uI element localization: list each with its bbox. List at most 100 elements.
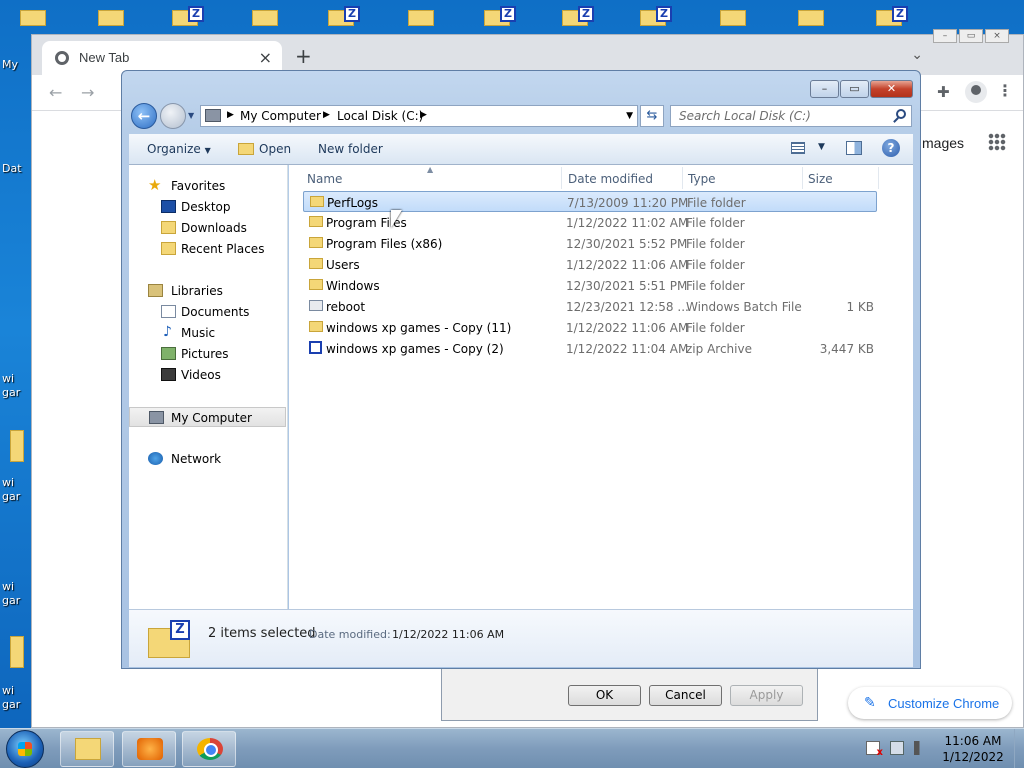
search-icon[interactable] — [896, 109, 906, 119]
column-divider[interactable] — [878, 167, 879, 189]
address-bar[interactable]: ▶ My Computer ▶ Local Disk (C:) ▶ ▼ — [200, 105, 638, 127]
file-row[interactable]: Users 1/12/2022 11:06 AM File folder — [303, 254, 877, 275]
desktop-icon-label[interactable]: gar — [2, 386, 20, 399]
show-desktop-button[interactable] — [1014, 729, 1024, 768]
tab-search-chevron-icon[interactable]: ⌄ — [911, 47, 923, 63]
help-icon[interactable]: ? — [882, 139, 900, 157]
desktop-icon-label[interactable]: gar — [2, 594, 20, 607]
customize-chrome-button[interactable]: ✎ Customize Chrome — [848, 687, 1012, 719]
taskbar-chrome-button[interactable] — [182, 731, 236, 767]
start-button[interactable] — [6, 730, 44, 768]
nav-item-downloads[interactable]: Downloads — [129, 218, 286, 238]
profile-avatar-icon[interactable] — [965, 81, 987, 103]
ok-button[interactable]: OK — [568, 685, 641, 706]
breadcrumb-separator-icon[interactable]: ▶ — [323, 110, 330, 120]
nav-item-network[interactable]: Network — [129, 449, 286, 469]
nav-item-pictures[interactable]: Pictures — [129, 344, 286, 364]
desktop-zip-icon[interactable]: Z — [876, 4, 908, 26]
desktop-icon-label[interactable]: wi — [2, 372, 14, 385]
column-divider[interactable] — [802, 167, 803, 189]
file-row[interactable]: Program Files 1/12/2022 11:02 AM File fold… — [303, 212, 877, 233]
desktop-zip-icon[interactable]: Z — [640, 4, 672, 26]
minimize-icon[interactable]: – — [933, 29, 957, 43]
cancel-button[interactable]: Cancel — [649, 685, 722, 706]
column-divider[interactable] — [561, 167, 562, 189]
desktop-zip-icon[interactable]: Z — [172, 4, 204, 26]
recent-pages-chevron-icon[interactable]: ▼ — [188, 111, 194, 120]
file-row[interactable]: Windows 12/30/2021 5:51 PM File folder — [303, 275, 877, 296]
desktop-icon-label[interactable]: gar — [2, 698, 20, 711]
clock[interactable]: 11:06 AM 1/12/2022 — [936, 733, 1010, 765]
desktop-zip-icon[interactable]: Z — [484, 4, 516, 26]
desktop-icon-label[interactable]: My — [2, 58, 18, 71]
search-input[interactable] — [671, 106, 891, 126]
close-icon[interactable]: × — [985, 29, 1009, 43]
desktop-icon[interactable] — [252, 4, 282, 26]
column-header-name[interactable]: Name — [307, 172, 342, 186]
new-tab-button[interactable]: + — [295, 44, 312, 68]
breadcrumb-my-computer[interactable]: My Computer — [240, 109, 321, 123]
google-apps-grid-icon[interactable] — [988, 133, 1006, 151]
forward-button[interactable] — [160, 103, 186, 129]
images-link[interactable]: mages — [922, 135, 964, 151]
tab-close-icon[interactable]: × — [259, 48, 272, 67]
column-divider[interactable] — [682, 167, 683, 189]
file-row[interactable]: Program Files (x86) 12/30/2021 5:52 PM Fil… — [303, 233, 877, 254]
taskbar-explorer-button[interactable] — [60, 731, 114, 767]
nav-item-favorites[interactable]: ★ Favorites — [129, 176, 286, 196]
desktop-folder-icon[interactable] — [10, 636, 24, 668]
network-icon[interactable] — [890, 741, 904, 755]
action-center-flag-icon[interactable] — [866, 741, 883, 758]
nav-item-recent-places[interactable]: Recent Places — [129, 239, 286, 259]
desktop-icon-label[interactable]: Dat — [2, 162, 22, 175]
breadcrumb-local-disk[interactable]: Local Disk (C:) — [337, 109, 423, 123]
file-row[interactable]: windows xp games - Copy (11) 1/12/2022 11… — [303, 317, 877, 338]
minimize-icon[interactable]: – — [810, 80, 839, 98]
maximize-icon[interactable]: ▭ — [959, 29, 983, 43]
desktop-icon-label[interactable]: wi — [2, 580, 14, 593]
desktop-zip-icon[interactable]: Z — [328, 4, 360, 26]
column-header-size[interactable]: Size — [808, 172, 833, 186]
menu-kebab-icon[interactable]: ⋮ — [997, 81, 1013, 100]
file-row[interactable]: windows xp games - Copy (2) 1/12/2022 11:… — [303, 338, 877, 359]
back-arrow-icon[interactable]: ← — [49, 83, 62, 102]
nav-item-music[interactable]: ♪ Music — [129, 323, 286, 343]
breadcrumb-separator-icon[interactable]: ▶ — [420, 110, 427, 120]
desktop-icon[interactable] — [720, 4, 750, 26]
file-row[interactable]: PerfLogs 7/13/2009 11:20 PM File folder — [303, 191, 877, 212]
organize-button[interactable]: Organize ▼ — [147, 142, 211, 156]
volume-icon[interactable] — [914, 741, 928, 755]
file-row[interactable]: reboot 12/23/2021 12:58 ... Windows Batch … — [303, 296, 877, 317]
new-folder-button[interactable]: New folder — [318, 142, 383, 156]
desktop-folder-icon[interactable] — [10, 430, 24, 462]
column-header-type[interactable]: Type — [688, 172, 716, 186]
nav-item-desktop[interactable]: Desktop — [129, 197, 286, 217]
desktop-icon-label[interactable]: gar — [2, 490, 20, 503]
nav-item-my-computer[interactable]: My Computer — [129, 407, 286, 427]
desktop-icon[interactable] — [408, 4, 438, 26]
apply-button[interactable]: Apply — [730, 685, 803, 706]
view-options-chevron-icon[interactable]: ▼ — [818, 142, 825, 152]
close-icon[interactable]: ✕ — [870, 80, 913, 98]
desktop-icon[interactable] — [98, 4, 128, 26]
desktop-zip-icon[interactable]: Z — [562, 4, 594, 26]
desktop-icon-label[interactable]: wi — [2, 476, 14, 489]
forward-arrow-icon[interactable]: → — [81, 83, 94, 102]
search-box[interactable] — [670, 105, 912, 127]
nav-item-libraries[interactable]: Libraries — [129, 281, 286, 301]
breadcrumb-separator-icon[interactable]: ▶ — [227, 110, 234, 120]
address-dropdown-icon[interactable]: ▼ — [626, 111, 633, 121]
open-button[interactable]: Open — [259, 142, 291, 156]
preview-pane-icon[interactable] — [846, 141, 862, 155]
taskbar-media-player-button[interactable] — [122, 731, 176, 767]
back-button[interactable]: ← — [131, 103, 157, 129]
desktop-icon-label[interactable]: wi — [2, 684, 14, 697]
extensions-puzzle-icon[interactable]: ✚ — [937, 83, 953, 101]
maximize-icon[interactable]: ▭ — [840, 80, 869, 98]
change-view-icon[interactable] — [791, 142, 805, 154]
nav-item-videos[interactable]: Videos — [129, 365, 286, 385]
desktop-icon[interactable] — [20, 4, 50, 26]
desktop-icon[interactable] — [798, 4, 828, 26]
refresh-button[interactable]: ⇆ — [640, 105, 664, 127]
nav-item-documents[interactable]: Documents — [129, 302, 286, 322]
